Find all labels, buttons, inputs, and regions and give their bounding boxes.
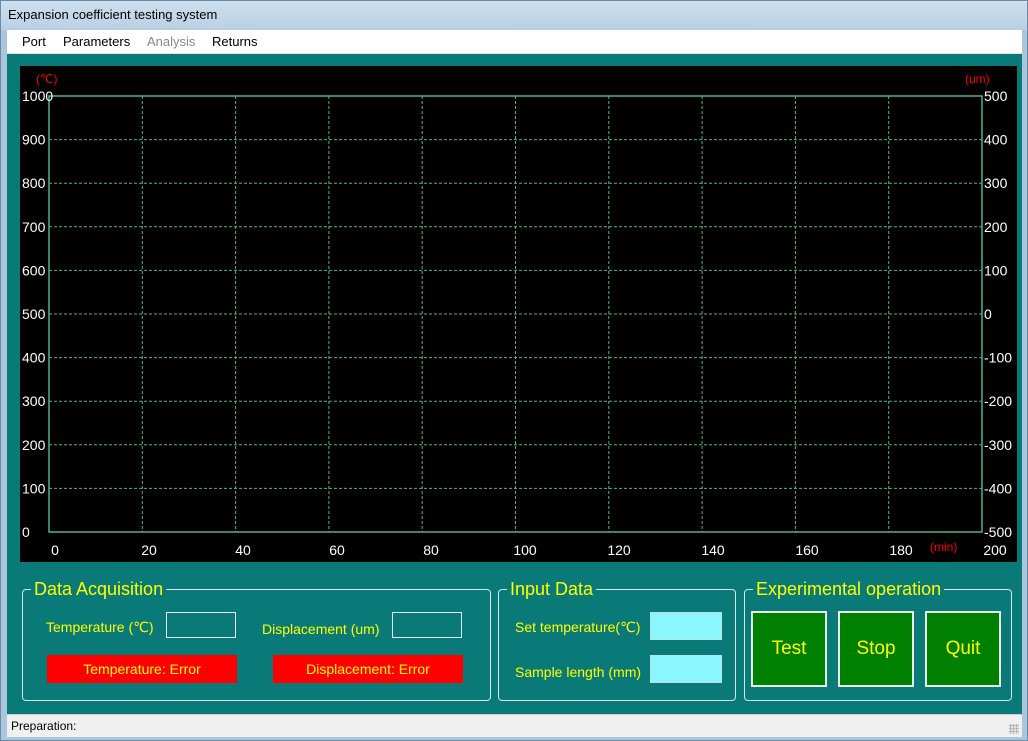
resize-grip-icon[interactable] bbox=[1009, 724, 1019, 734]
x-tick-label: 80 bbox=[423, 542, 439, 558]
menu-port[interactable]: Port bbox=[22, 34, 46, 49]
y-left-tick-label: 200 bbox=[22, 437, 46, 453]
y-right-tick-label: 200 bbox=[984, 219, 1008, 235]
test-button[interactable]: Test bbox=[751, 611, 827, 687]
y-left-tick-label: 0 bbox=[22, 524, 30, 540]
y-right-tick-label: -100 bbox=[984, 350, 1012, 366]
chart: 01002003004005006007008009001000-500-400… bbox=[22, 72, 1012, 558]
displacement-error-badge: Displacement: Error bbox=[273, 655, 463, 683]
title-bar[interactable]: Expansion coefficient testing system bbox=[1, 1, 1027, 29]
y-left-tick-label: 300 bbox=[22, 393, 46, 409]
input-data-title: Input Data bbox=[507, 578, 597, 600]
data-acquisition-title: Data Acquisition bbox=[31, 578, 167, 600]
main-panel: 0 100 200 300 400 500 600 700 800 900 1000 -500 -400… bbox=[7, 54, 1022, 714]
x-tick-label: 20 bbox=[141, 542, 157, 558]
data-acquisition-group: Data Acquisition Temperature (℃) Displac… bbox=[22, 578, 491, 701]
y-right-tick-label: -500 bbox=[984, 524, 1012, 540]
x-unit-label: (min) bbox=[930, 540, 957, 554]
y-left-tick-label: 500 bbox=[22, 306, 46, 322]
y-left-unit-label: (℃) bbox=[36, 72, 57, 86]
y-right-tick-label: -400 bbox=[984, 480, 1012, 496]
x-tick-label: 0 bbox=[51, 542, 59, 558]
y-right-tick-label: 0 bbox=[984, 306, 992, 322]
y-left-tick-label: 400 bbox=[22, 350, 46, 366]
displacement-field bbox=[392, 612, 462, 638]
quit-button[interactable]: Quit bbox=[925, 611, 1001, 687]
x-tick-label: 60 bbox=[329, 542, 345, 558]
y-right-tick-label: 100 bbox=[984, 262, 1008, 278]
y-left-tick-label: 100 bbox=[22, 480, 46, 496]
temperature-error-badge: Temperature: Error bbox=[47, 655, 237, 683]
experimental-operation-group: Experimental operation Test Stop Quit bbox=[744, 578, 1012, 701]
y-right-unit-label: (um) bbox=[965, 72, 990, 86]
status-bar: Preparation: bbox=[7, 714, 1022, 737]
temperature-field bbox=[166, 612, 236, 638]
sample-length-input[interactable] bbox=[650, 655, 722, 683]
temperature-label: Temperature (℃) bbox=[46, 619, 154, 635]
menu-parameters[interactable]: Parameters bbox=[63, 34, 130, 49]
set-temperature-label: Set temperature(℃) bbox=[515, 619, 641, 635]
menu-analysis: Analysis bbox=[147, 34, 196, 49]
set-temperature-input[interactable] bbox=[650, 612, 722, 640]
x-tick-label: 100 bbox=[513, 542, 537, 558]
stop-button[interactable]: Stop bbox=[838, 611, 914, 687]
experimental-operation-title: Experimental operation bbox=[753, 578, 945, 600]
menu-bar: Port Parameters Analysis Returns bbox=[7, 30, 1022, 54]
y-right-tick-label: 400 bbox=[984, 132, 1008, 148]
x-tick-label: 180 bbox=[889, 542, 913, 558]
y-left-tick-label: 900 bbox=[22, 132, 46, 148]
window-title: Expansion coefficient testing system bbox=[8, 7, 218, 22]
y-left-tick-label: 600 bbox=[22, 262, 46, 278]
y-right-tick-label: -200 bbox=[984, 393, 1012, 409]
chart-area: 0 100 200 300 400 500 600 700 800 900 1000 -500 -400… bbox=[20, 66, 1017, 562]
y-right-tick-label: 500 bbox=[984, 88, 1008, 104]
y-right-tick-label: -300 bbox=[984, 437, 1012, 453]
displacement-label: Displacement (um) bbox=[262, 621, 380, 637]
menu-returns[interactable]: Returns bbox=[212, 34, 258, 49]
app-window: Expansion coefficient testing system Por… bbox=[0, 0, 1028, 741]
y-right-tick-label: 300 bbox=[984, 175, 1008, 191]
x-tick-label: 140 bbox=[701, 542, 725, 558]
x-tick-label: 120 bbox=[607, 542, 631, 558]
y-left-tick-label: 700 bbox=[22, 219, 46, 235]
status-text: Preparation: bbox=[11, 719, 77, 733]
y-left-tick-label: 1000 bbox=[22, 88, 53, 104]
x-tick-label: 160 bbox=[795, 542, 819, 558]
x-tick-label: 200 bbox=[983, 542, 1007, 558]
y-left-tick-label: 800 bbox=[22, 175, 46, 191]
x-tick-label: 40 bbox=[235, 542, 251, 558]
sample-length-label: Sample length (mm) bbox=[515, 664, 642, 680]
input-data-group: Input Data Set temperature(℃) Sample len… bbox=[498, 578, 736, 701]
